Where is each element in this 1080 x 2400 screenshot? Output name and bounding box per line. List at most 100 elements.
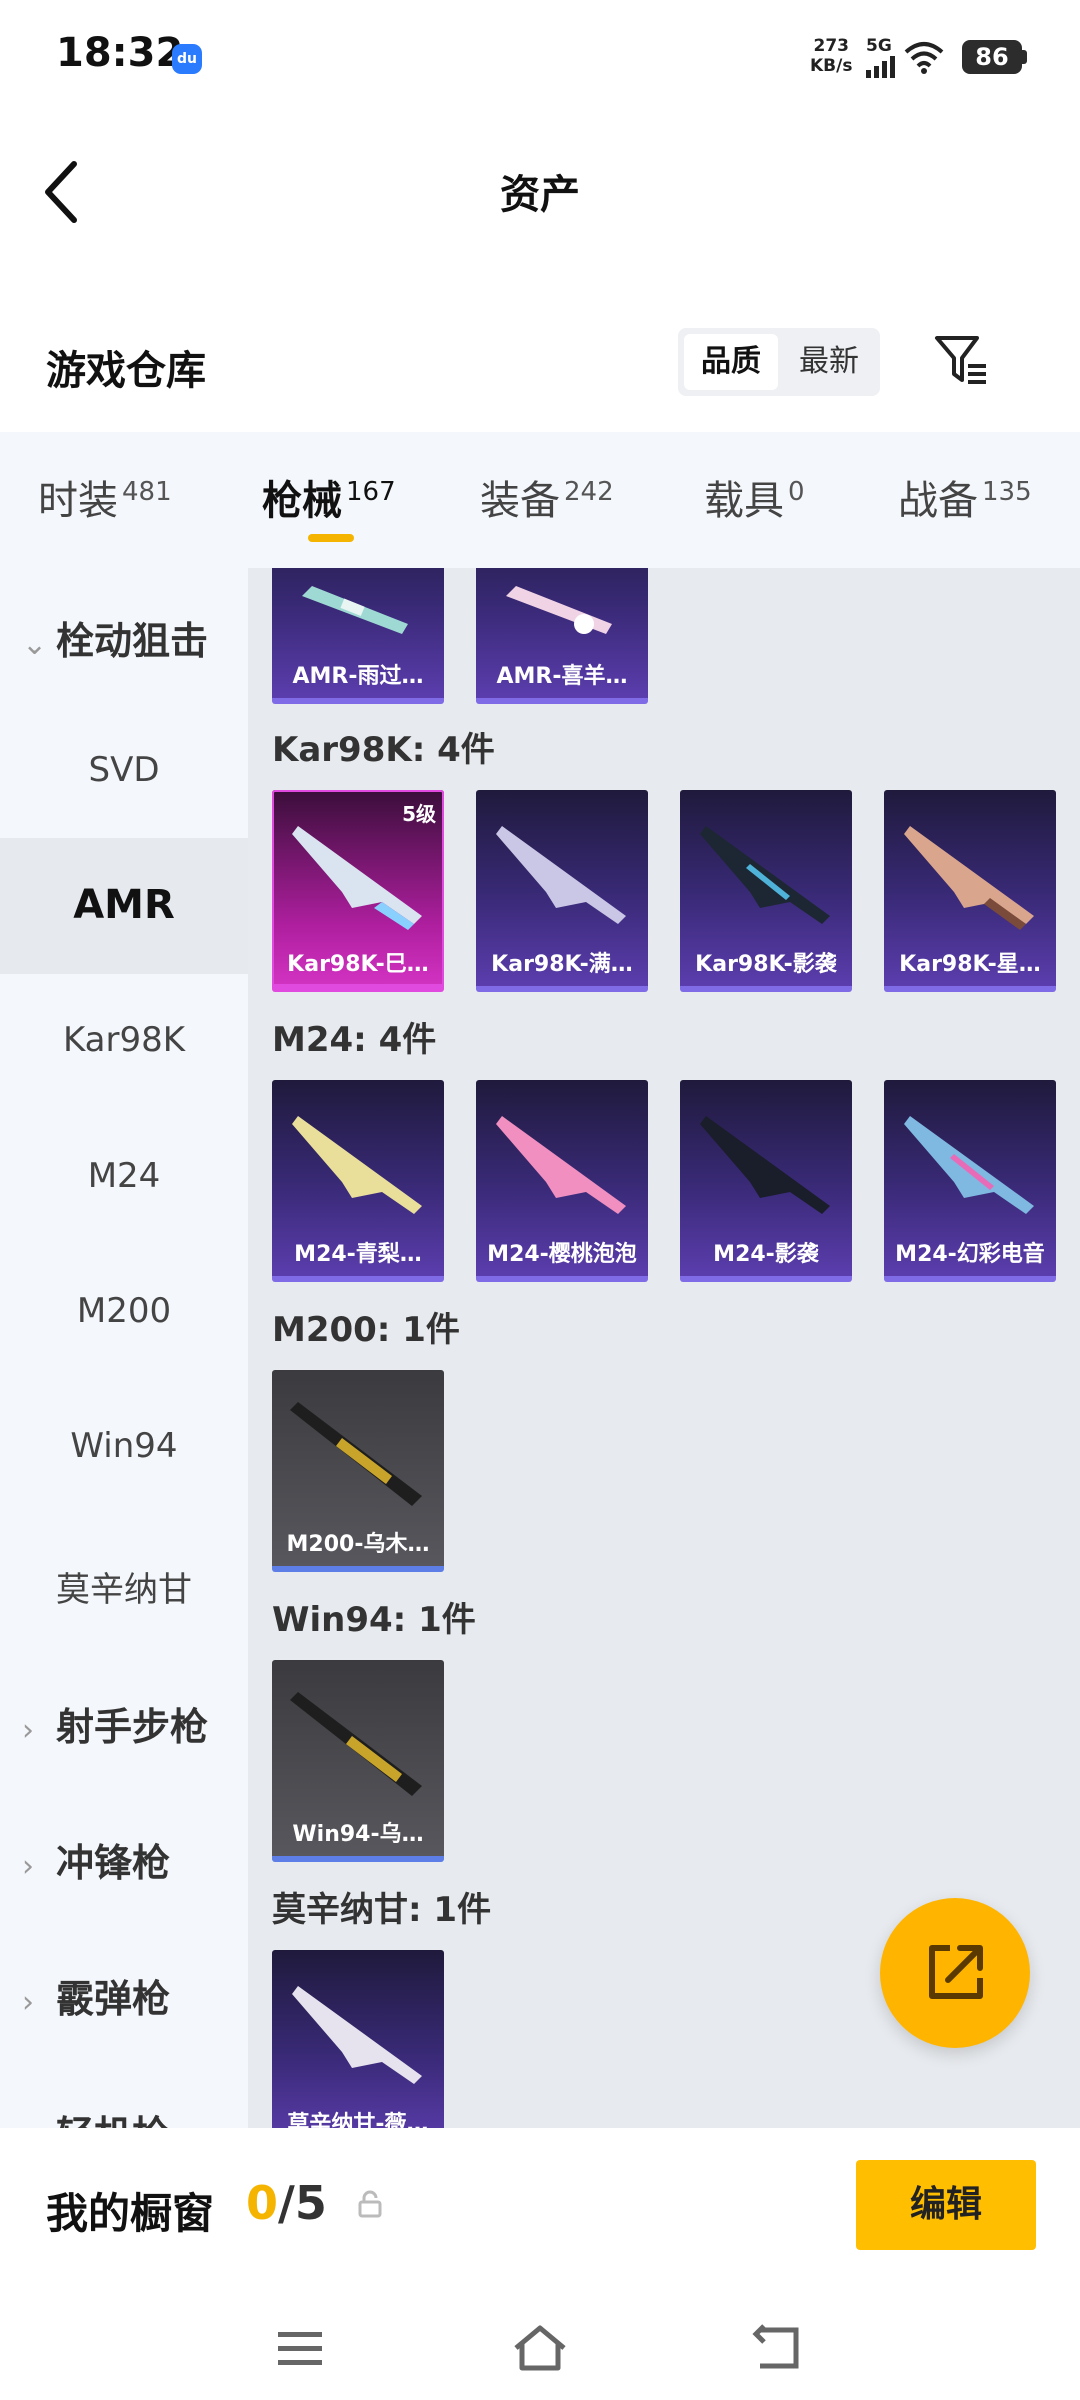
tab-vehicles[interactable]: 载具 0: [704, 468, 805, 526]
edit-button[interactable]: 编辑: [856, 2160, 1036, 2250]
weapon-card-name: M24-青梨…: [294, 1242, 422, 1267]
section-label-mosin-nagant: 莫辛纳甘: 1件: [272, 1890, 492, 1930]
tab-label: 枪械: [262, 478, 342, 524]
tab-label: 载具: [704, 478, 784, 524]
sort-latest-button[interactable]: 最新: [782, 334, 876, 390]
tab-count: 0: [788, 476, 805, 507]
battery-tip: [1022, 50, 1027, 64]
chevron-right-icon: ›: [22, 1713, 34, 1748]
status-time: 18:32: [56, 30, 184, 76]
tab-count: 242: [564, 476, 614, 507]
sidebar-item-kar98k[interactable]: Kar98K: [0, 1020, 248, 1060]
weapon-card[interactable]: M200-乌木…: [272, 1370, 444, 1572]
sidebar-item-m200[interactable]: M200: [0, 1291, 248, 1331]
tab-count: 167: [346, 476, 396, 507]
sidebar-group-label: 霰弹枪: [56, 1977, 171, 2021]
sidebar-group-label: 冲锋枪: [56, 1841, 171, 1885]
weapon-card[interactable]: M24-青梨…: [272, 1080, 444, 1282]
chevron-right-icon: ›: [22, 1849, 34, 1884]
weapon-card-name: Kar98K-影袭: [695, 952, 837, 977]
weapon-card[interactable]: M24-樱桃泡泡: [476, 1080, 648, 1282]
sidebar-group-marksman[interactable]: › 射手步枪: [22, 1696, 208, 1751]
sidebar-item-m24[interactable]: M24: [0, 1156, 248, 1196]
sidebar-group-label: 轻机枪: [56, 2113, 170, 2128]
sidebar-item-svd[interactable]: SVD: [0, 750, 248, 790]
share-fab-button[interactable]: [880, 1898, 1030, 2048]
signal-icon: [866, 56, 895, 78]
weapon-card[interactable]: 莫辛纳甘-薇…: [272, 1950, 444, 2128]
weapon-image: [496, 1116, 626, 1214]
sidebar-item-mosin-nagant[interactable]: 莫辛纳甘: [0, 1562, 248, 1611]
weapon-image: [292, 1986, 422, 2084]
sort-segmented-control: 品质 最新: [678, 328, 880, 396]
app-notification-icon: du: [172, 44, 202, 74]
weapon-card[interactable]: 5级 Kar98K-巳…: [272, 790, 444, 992]
weapon-card[interactable]: Win94-乌…: [272, 1660, 444, 1862]
tab-fashion[interactable]: 时装 481: [38, 468, 172, 526]
weapon-card-name: Win94-乌…: [292, 1822, 424, 1847]
section-label-win94: Win94: 1件: [272, 1600, 476, 1640]
weapon-image: [904, 1116, 1034, 1214]
weapon-image: [290, 1692, 422, 1796]
sidebar-item-amr[interactable]: AMR: [0, 882, 248, 928]
sidebar-group-smg[interactable]: › 冲锋枪: [22, 1832, 170, 1887]
weapon-card[interactable]: M24-影袭: [680, 1080, 852, 1282]
sidebar-item-win94[interactable]: Win94: [0, 1426, 248, 1466]
weapon-card-name: AMR-雨过…: [292, 664, 424, 689]
showcase-total: /5: [278, 2176, 327, 2230]
chevron-right-icon: ›: [22, 1985, 34, 2020]
showcase-count: 0/5: [246, 2176, 327, 2230]
weapon-image: [302, 586, 408, 634]
tab-firearms[interactable]: 枪械 167: [262, 468, 396, 526]
sort-quality-button[interactable]: 品质: [684, 334, 778, 390]
weapon-image: [506, 586, 612, 634]
weapon-image: [292, 1116, 422, 1214]
section-label-m200: M200: 1件: [272, 1310, 460, 1350]
network-speed-unit: KB/s: [810, 56, 853, 76]
tab-supplies[interactable]: 战备 135: [898, 468, 1032, 526]
section-label-m24: M24: 4件: [272, 1020, 437, 1060]
menu-icon[interactable]: [270, 2320, 330, 2376]
category-tabs: 时装 481 枪械 167 装备 242 载具 0 战备 135: [0, 432, 1080, 568]
battery-icon: 86: [962, 40, 1022, 74]
weapon-image: [700, 826, 830, 924]
weapon-card-name: M200-乌木…: [286, 1532, 430, 1557]
sidebar-group-shotgun[interactable]: › 霰弹枪: [22, 1968, 170, 2023]
tab-count: 481: [122, 476, 172, 507]
page-title: 资产: [500, 172, 580, 218]
tab-label: 时装: [38, 478, 118, 524]
weapon-card-name: M24-幻彩电音: [895, 1242, 1045, 1267]
weapon-grid: AMR-雨过… AMR-喜羊… Kar98K: 4件 5级 Kar98K-巳… …: [248, 568, 1080, 2128]
showcase-label: 我的橱窗: [46, 2189, 215, 2238]
wifi-icon: [904, 42, 944, 74]
active-tab-indicator: [308, 534, 354, 542]
home-icon[interactable]: [510, 2320, 570, 2376]
sidebar-group-lmg[interactable]: › 轻机枪: [22, 2104, 170, 2128]
network-type: 5G: [866, 36, 892, 56]
warehouse-title: 游戏仓库: [46, 348, 206, 394]
back-icon[interactable]: [750, 2320, 810, 2376]
weapon-card-name: M24-樱桃泡泡: [487, 1242, 637, 1267]
chevron-down-icon: ⌄: [22, 627, 48, 662]
weapon-card[interactable]: Kar98K-星…: [884, 790, 1056, 992]
tab-label: 战备: [898, 478, 978, 524]
showcase-current: 0: [246, 2176, 279, 2230]
weapon-image: [904, 826, 1034, 930]
weapon-card[interactable]: AMR-雨过…: [272, 568, 444, 704]
weapon-card-name: M24-影袭: [713, 1242, 819, 1267]
weapon-card-name: AMR-喜羊…: [496, 664, 628, 689]
weapon-level-badge: 5级: [402, 802, 436, 826]
weapon-image: [496, 826, 626, 924]
weapon-card-name: Kar98K-巳…: [287, 952, 429, 977]
weapon-card[interactable]: Kar98K-满…: [476, 790, 648, 992]
section-label-kar98k: Kar98K: 4件: [272, 730, 495, 770]
filter-icon[interactable]: [934, 334, 990, 386]
tab-equipment[interactable]: 装备 242: [480, 468, 614, 526]
sidebar-group-bolt-action[interactable]: ⌄ 栓动狙击: [22, 610, 208, 665]
weapon-card[interactable]: AMR-喜羊…: [476, 568, 648, 704]
weapon-card[interactable]: M24-幻彩电音: [884, 1080, 1056, 1282]
sidebar-group-label: 栓动狙击: [56, 619, 209, 663]
weapon-card[interactable]: Kar98K-影袭: [680, 790, 852, 992]
weapon-image: [290, 1402, 422, 1506]
weapon-card-name: Kar98K-满…: [491, 952, 633, 977]
